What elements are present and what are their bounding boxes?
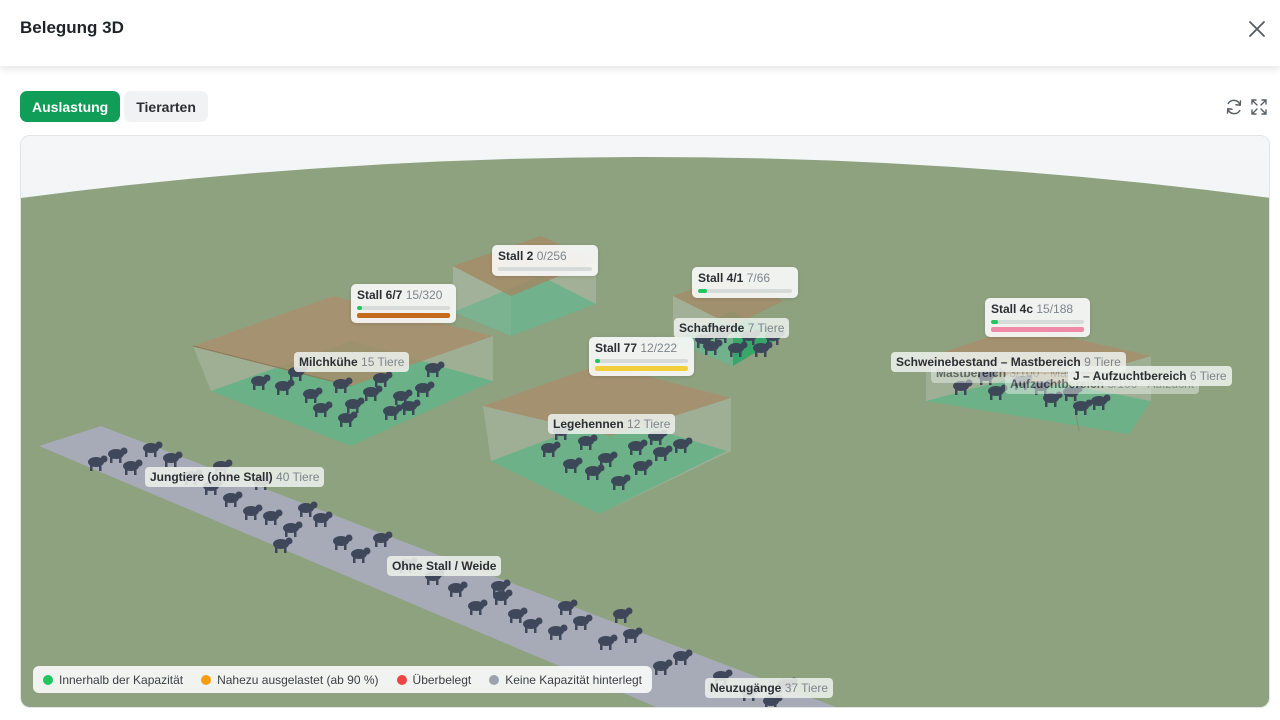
scene-3d-viewport[interactable]: Stall 2 0/256 Stall 6/7 15/320 Stall 4/1… bbox=[20, 135, 1270, 708]
group-label-jungtiere[interactable]: Jungtiere (ohne Stall) 40 Tiere bbox=[145, 467, 325, 487]
stall-name: Stall 77 bbox=[595, 341, 638, 355]
group-label-legehennen[interactable]: Legehennen 12 Tiere bbox=[548, 414, 676, 434]
modal-title: Belegung 3D bbox=[20, 18, 124, 37]
green-dot-icon bbox=[43, 674, 53, 685]
stall-card-2[interactable]: Stall 2 0/256 bbox=[492, 245, 598, 276]
stall-capacity: 0/256 bbox=[536, 249, 567, 263]
stall-name: Stall 4c bbox=[991, 302, 1034, 316]
stall-capacity: 12/222 bbox=[640, 341, 678, 355]
capacity-bar bbox=[991, 320, 1084, 324]
stall-name: Stall 2 bbox=[498, 249, 534, 263]
group-label-ohne-stall[interactable]: Ohne Stall / Weide bbox=[387, 556, 502, 576]
legend-item-no-capacity: Keine Kapazität hinterlegt bbox=[489, 673, 642, 687]
group-label-aufzuchtbereich[interactable]: J – Aufzuchtbereich 6 Tiere bbox=[1068, 366, 1232, 386]
modal-header: Belegung 3D bbox=[0, 0, 1280, 66]
capacity-bar bbox=[498, 267, 592, 271]
legend-item-overfull: Überbelegt bbox=[396, 673, 471, 687]
capacity-legend: Innerhalb der Kapazität Nahezu ausgelast… bbox=[33, 666, 653, 693]
status-bar bbox=[595, 366, 688, 371]
legend-item-within: Innerhalb der Kapazität bbox=[43, 673, 183, 687]
stall-card-4-1[interactable]: Stall 4/1 7/66 bbox=[692, 267, 798, 298]
stall-capacity: 15/188 bbox=[1036, 302, 1074, 316]
capacity-bar bbox=[357, 306, 450, 310]
status-bar bbox=[357, 313, 450, 318]
stall-card-4c[interactable]: Stall 4c 15/188 bbox=[985, 298, 1090, 337]
view-tabs: Auslastung Tierarten bbox=[20, 91, 208, 122]
group-label-schafherde[interactable]: Schafherde 7 Tiere bbox=[674, 318, 790, 338]
gray-dot-icon bbox=[489, 674, 500, 685]
stall-capacity: 15/320 bbox=[405, 288, 443, 302]
capacity-bar bbox=[698, 289, 792, 293]
stall-capacity: 7/66 bbox=[746, 271, 771, 285]
legend-item-near-full: Nahezu ausgelastet (ab 90 %) bbox=[201, 673, 379, 687]
stall-card-6-7[interactable]: Stall 6/7 15/320 bbox=[351, 284, 456, 323]
tab-auslastung[interactable]: Auslastung bbox=[20, 91, 121, 122]
orange-dot-icon bbox=[201, 674, 212, 685]
group-label-milchkuehe[interactable]: Milchkühe 15 Tiere bbox=[294, 352, 410, 372]
refresh-icon[interactable] bbox=[1224, 97, 1244, 117]
status-bar bbox=[991, 327, 1084, 332]
stall-name: Stall 4/1 bbox=[698, 271, 744, 285]
tab-tierarten[interactable]: Tierarten bbox=[124, 91, 208, 122]
stall-card-77[interactable]: Stall 77 12/222 bbox=[589, 337, 694, 376]
stall-name: Stall 6/7 bbox=[357, 288, 403, 302]
group-label-neuzugaenge[interactable]: Neuzugänge 37 Tiere bbox=[705, 678, 834, 698]
red-dot-icon bbox=[396, 674, 407, 685]
close-icon[interactable] bbox=[1244, 16, 1270, 42]
fullscreen-icon[interactable] bbox=[1249, 97, 1269, 117]
capacity-bar bbox=[595, 359, 688, 363]
